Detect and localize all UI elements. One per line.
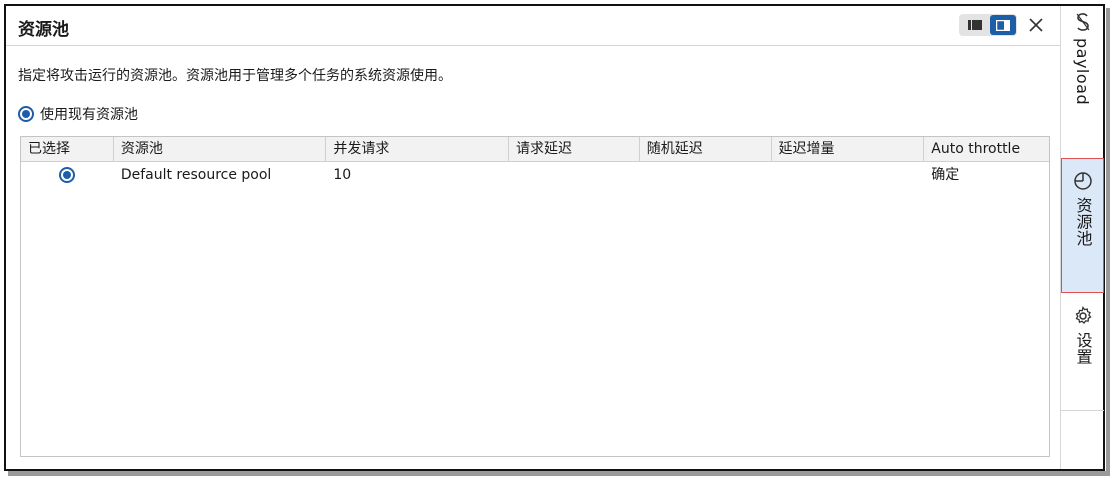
- sidebar-tab-resource-pool[interactable]: 资源池: [1061, 158, 1104, 293]
- close-button[interactable]: [1024, 13, 1048, 37]
- column-header-request-delay[interactable]: 请求延迟: [509, 137, 640, 162]
- single-pane-view-button[interactable]: [963, 16, 987, 34]
- close-icon: [1029, 18, 1043, 32]
- panel-description: 指定将攻击运行的资源池。资源池用于管理多个任务的系统资源使用。: [18, 68, 452, 84]
- resource-pool-panel: 资源池 指定将攻击运行的资源池。资源池用于管理多个任务的系统资源使用。 使用现有…: [6, 6, 1060, 469]
- use-existing-pool-label: 使用现有资源池: [40, 107, 138, 123]
- concurrent-requests-cell: 10: [333, 167, 352, 183]
- column-header-auto-throttle[interactable]: Auto throttle: [924, 137, 1049, 162]
- column-header-random-delay[interactable]: 随机延迟: [640, 137, 772, 162]
- frame-shadow-bottom: [8, 471, 1110, 476]
- column-header-pool[interactable]: 资源池: [114, 137, 327, 162]
- column-header-selected[interactable]: 已选择: [21, 137, 114, 162]
- right-sidebar: payload 资源池 设置: [1060, 6, 1104, 469]
- row-select-radio[interactable]: [59, 167, 76, 183]
- random-delay-cell: [640, 163, 772, 187]
- auto-throttle-cell: 确定: [931, 167, 960, 183]
- sidebar-tab-payload-label: payload: [1073, 38, 1092, 106]
- pie-chart-icon: [1073, 172, 1092, 190]
- pool-name-cell: Default resource pool: [120, 167, 272, 183]
- window-frame: 资源池 指定将攻击运行的资源池。资源池用于管理多个任务的系统资源使用。 使用现有…: [4, 4, 1105, 471]
- row-select-cell[interactable]: [21, 163, 114, 187]
- view-toggle[interactable]: [959, 14, 1017, 36]
- sidebar-tab-settings-label: 设置: [1073, 332, 1093, 365]
- column-header-concurrent[interactable]: 并发请求: [326, 137, 510, 162]
- split-pane-icon: [996, 19, 1010, 31]
- split-pane-view-button[interactable]: [990, 15, 1016, 35]
- request-delay-cell: [509, 163, 640, 187]
- sidebar-tab-settings[interactable]: 设置: [1061, 306, 1104, 406]
- sidebar-tab-payload[interactable]: payload: [1061, 12, 1104, 134]
- gear-icon: [1075, 306, 1091, 324]
- use-existing-pool-option[interactable]: 使用现有资源池: [18, 104, 138, 124]
- frame-shadow-right: [1106, 8, 1110, 475]
- table-header: 已选择 资源池 并发请求 请求延迟 随机延迟 延迟增量 Auto throttl…: [21, 137, 1049, 162]
- delay-increment-cell: [772, 163, 925, 187]
- payload-s-icon: [1076, 13, 1089, 31]
- resource-pool-table: 已选择 资源池 并发请求 请求延迟 随机延迟 延迟增量 Auto throttl…: [20, 136, 1050, 457]
- use-existing-pool-radio[interactable]: [18, 106, 34, 122]
- column-header-delay-increment[interactable]: 延迟增量: [772, 137, 925, 162]
- panel-title: 资源池: [18, 20, 69, 40]
- panel-header: 资源池: [6, 6, 1060, 46]
- single-pane-icon: [968, 20, 982, 30]
- table-row[interactable]: Default resource pool 10 确定: [21, 163, 1049, 187]
- sidebar-tab-resource-pool-label: 资源池: [1073, 197, 1093, 247]
- sidebar-divider: [1061, 410, 1104, 411]
